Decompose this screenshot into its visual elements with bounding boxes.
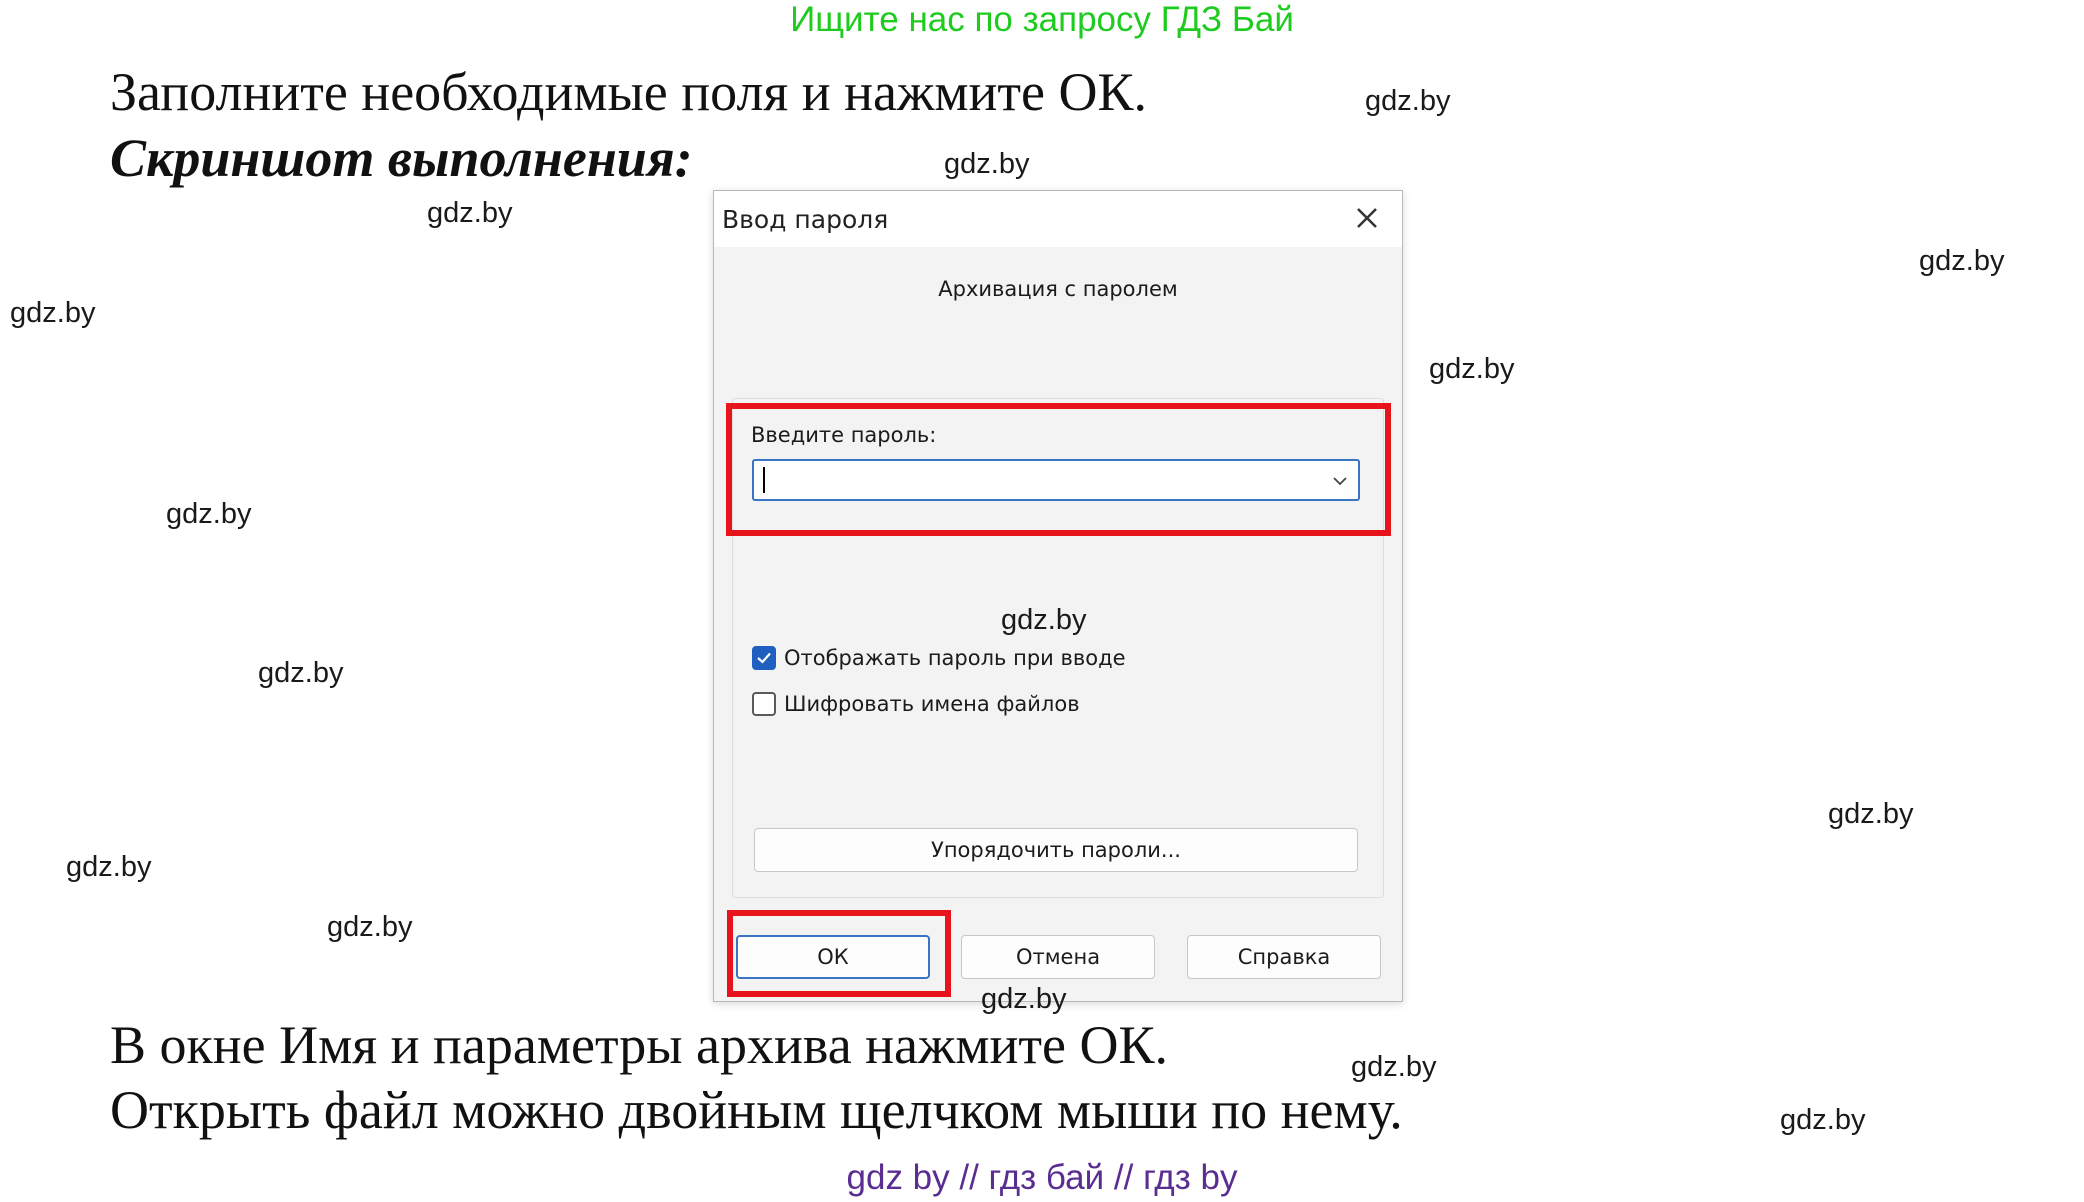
watermark: gdz.by	[1001, 604, 1087, 636]
instruction-line-3: В окне Имя и параметры архива нажмите ОК…	[110, 1015, 1168, 1075]
watermark: gdz.by	[1429, 353, 1515, 385]
watermark: gdz.by	[1828, 798, 1914, 830]
watermark: gdz.by	[1351, 1051, 1437, 1083]
watermark: gdz.by	[166, 498, 252, 530]
dialog-subtitle: Архивация с паролем	[938, 277, 1178, 301]
watermark: gdz.by	[66, 851, 152, 883]
password-highlight	[726, 403, 1391, 536]
screenshot-heading: Скриншот выполнения:	[110, 128, 693, 188]
promo-top: Ищите нас по запросу ГДЗ Бай	[790, 0, 1294, 39]
cancel-button[interactable]: Отмена	[961, 935, 1155, 979]
organize-passwords-button[interactable]: Упорядочить пароли...	[754, 828, 1358, 872]
watermark: gdz.by	[427, 197, 513, 229]
watermark: gdz.by	[944, 148, 1030, 180]
title-bar[interactable]: Ввод пароля	[714, 191, 1402, 247]
watermark: gdz.by	[981, 983, 1067, 1015]
watermark: gdz.by	[258, 657, 344, 689]
encrypt-names-checkbox[interactable]	[752, 692, 776, 716]
watermark: gdz.by	[10, 297, 96, 329]
show-password-label: Отображать пароль при вводе	[784, 646, 1126, 670]
close-icon[interactable]	[1350, 201, 1384, 235]
watermark: gdz.by	[1365, 85, 1451, 117]
encrypt-names-option[interactable]: Шифровать имена файлов	[752, 689, 1080, 719]
encrypt-names-label: Шифровать имена файлов	[784, 692, 1080, 716]
watermark: gdz.by	[327, 911, 413, 943]
instruction-line-1: Заполните необходимые поля и нажмите ОК.	[110, 62, 1147, 122]
ok-highlight	[727, 910, 951, 997]
help-button[interactable]: Справка	[1187, 935, 1381, 979]
password-dialog: Ввод пароля Архивация с паролем Введите …	[713, 190, 1403, 1015]
promo-bottom: gdz by // гдз бай // гдз by	[846, 1158, 1238, 1197]
dialog-title: Ввод пароля	[722, 205, 889, 234]
show-password-option[interactable]: Отображать пароль при вводе	[752, 643, 1126, 673]
watermark: gdz.by	[1780, 1104, 1866, 1136]
check-icon	[757, 652, 771, 664]
watermark: gdz.by	[1919, 245, 2005, 277]
instruction-line-4: Открыть файл можно двойным щелчком мыши …	[110, 1080, 1403, 1140]
show-password-checkbox[interactable]	[752, 646, 776, 670]
